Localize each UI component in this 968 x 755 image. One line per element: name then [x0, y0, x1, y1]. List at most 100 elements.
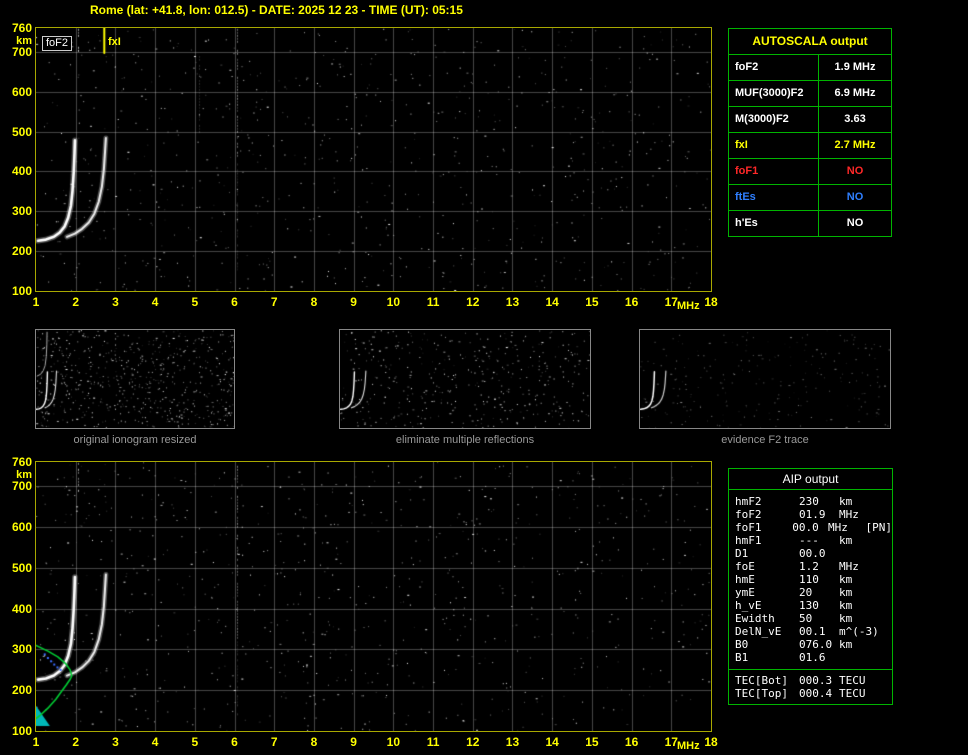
x-tick-top-12: 12	[466, 295, 480, 309]
x-tick-top-5: 5	[191, 295, 199, 309]
x-tick-top-6: 6	[231, 295, 238, 309]
x-tick-bottom-14: 14	[545, 735, 559, 749]
aip-row-h_vE: h_vE 130 km	[729, 599, 892, 612]
aip-param: ymE	[735, 586, 755, 599]
autoscala-row-M(3000)F2: M(3000)F2 3.63	[729, 107, 891, 133]
aip-value: 110	[799, 573, 819, 586]
x-tick-bottom-4: 4	[151, 735, 159, 749]
aip-row-hmF1: hmF1 --- km	[729, 534, 892, 547]
x-tick-bottom-10: 10	[386, 735, 401, 749]
x-tick-bottom-15: 15	[585, 735, 599, 749]
aip-unit: km	[839, 534, 853, 547]
aip-extra	[881, 560, 892, 573]
aip-unit: MHz	[827, 521, 848, 534]
y-tick-top-760: 760	[11, 21, 32, 35]
aip-separator	[729, 669, 892, 670]
aip-value: 130	[799, 599, 819, 612]
x-tick-top-16: 16	[624, 295, 639, 309]
aip-param: foE	[735, 560, 755, 573]
aip-unit: km	[839, 586, 853, 599]
autoscala-param: M(3000)F2	[729, 107, 819, 132]
autoscala-param: foF2	[729, 55, 819, 80]
aip-param: foF1	[735, 521, 762, 534]
aip-extra	[881, 612, 892, 625]
aip-value: 230	[799, 495, 819, 508]
y-axis-unit-top: km	[16, 35, 32, 47]
x-tick-bottom-12: 12	[466, 735, 480, 749]
x-tick-bottom-3: 3	[112, 735, 119, 749]
aip-row-DelN_vE: DelN_vE 00.1 m^(-3)	[729, 625, 892, 638]
aip-param: hmF1	[735, 534, 762, 547]
aip-extra	[881, 687, 892, 700]
aip-value: 00.1	[799, 625, 826, 638]
fxI-marker-label: fxI	[108, 36, 121, 48]
aip-extra	[881, 495, 892, 508]
x-tick-bottom-5: 5	[191, 735, 199, 749]
aip-extra	[881, 674, 892, 687]
thumbnail-f2-evidence-canvas	[640, 330, 890, 428]
autoscala-param: ftEs	[729, 185, 819, 210]
autoscala-row-ftEs: ftEs NO	[729, 185, 891, 211]
aip-param: TEC[Top]	[735, 687, 788, 700]
y-tick-top-400: 400	[11, 164, 32, 179]
aip-value: 00.0	[792, 521, 819, 534]
autoscala-value: 2.7 MHz	[834, 139, 876, 151]
thumbnail-original-canvas	[36, 330, 234, 428]
x-tick-bottom-16: 16	[624, 735, 639, 749]
aip-unit: m^(-3)	[839, 625, 879, 638]
aip-row-ymE: ymE 20 km	[729, 586, 892, 599]
x-tick-top-13: 13	[505, 295, 520, 309]
aip-unit	[839, 547, 881, 560]
aip-value: 076.0	[799, 638, 833, 651]
aip-value: 01.9	[799, 508, 826, 521]
aip-extra	[881, 534, 892, 547]
x-tick-top-4: 4	[151, 295, 159, 309]
aip-unit: MHz	[839, 508, 859, 521]
aip-param: D1	[735, 547, 749, 560]
thumbnail-caption-original: original ionogram resized	[73, 434, 197, 446]
autoscala-table-header: AUTOSCALA output	[729, 29, 891, 55]
aip-output-table: AIP output hmF2 230 km foF2 01.9 MHz foF1 00.0 M…	[728, 468, 893, 705]
x-tick-bottom-9: 9	[350, 735, 357, 749]
x-tick-bottom-11: 11	[426, 735, 440, 749]
aip-value: 01.6	[799, 651, 826, 664]
y-tick-top-700: 700	[11, 44, 32, 59]
x-tick-bottom-18: 18	[704, 735, 718, 749]
thumbnail-caption-f2-evidence: evidence F2 trace	[721, 434, 809, 446]
x-tick-top-15: 15	[585, 295, 599, 309]
aip-param: Ewidth	[735, 612, 775, 625]
x-tick-top-3: 3	[112, 295, 119, 309]
aip-value: 50	[799, 612, 813, 625]
y-tick-bottom-300: 300	[11, 642, 32, 657]
x-tick-top-11: 11	[426, 295, 440, 309]
aip-param: hmE	[735, 573, 755, 586]
aip-unit	[839, 651, 881, 664]
aip-extra	[881, 508, 892, 521]
bottom-ionogram-panel	[35, 461, 712, 732]
aip-table-header: AIP output	[729, 469, 892, 490]
autoscala-value: NO	[846, 191, 864, 203]
x-tick-bottom-13: 13	[505, 735, 520, 749]
thumbnail-original-ionogram	[35, 329, 235, 429]
aip-row-TEC[Bot]: TEC[Bot] 000.3 TECU	[729, 674, 892, 687]
thumbnail-no-multiples-canvas	[340, 330, 590, 428]
aip-row-D1: D1 00.0	[729, 547, 892, 560]
aip-row-foE: foE 1.2 MHz	[729, 560, 892, 573]
aip-value: 00.0	[799, 547, 826, 560]
aip-row-foF1: foF1 00.0 MHz [PN]	[729, 521, 892, 534]
autoscala-output-table: AUTOSCALA output foF2 1.9 MHz MUF(3000)F2 6…	[728, 28, 892, 237]
aip-param: B0	[735, 638, 749, 651]
x-tick-bottom-1: 1	[32, 735, 40, 749]
autoscala-table-rows: foF2 1.9 MHz MUF(3000)F2 6.9 MHz M(3000)F2 3.…	[729, 55, 891, 236]
bottom-ionogram-canvas	[36, 462, 711, 731]
aip-extra	[881, 547, 892, 560]
y-tick-bottom-400: 400	[11, 601, 32, 616]
aip-param: TEC[Bot]	[735, 674, 788, 687]
x-tick-top-14: 14	[545, 295, 559, 309]
y-tick-bottom-600: 600	[11, 520, 32, 535]
autoscala-row-fxI: fxI 2.7 MHz	[729, 133, 891, 159]
aip-extra	[881, 599, 892, 612]
aip-unit: km	[839, 638, 853, 651]
x-tick-bottom-6: 6	[231, 735, 238, 749]
aip-row-B1: B1 01.6	[729, 651, 892, 664]
